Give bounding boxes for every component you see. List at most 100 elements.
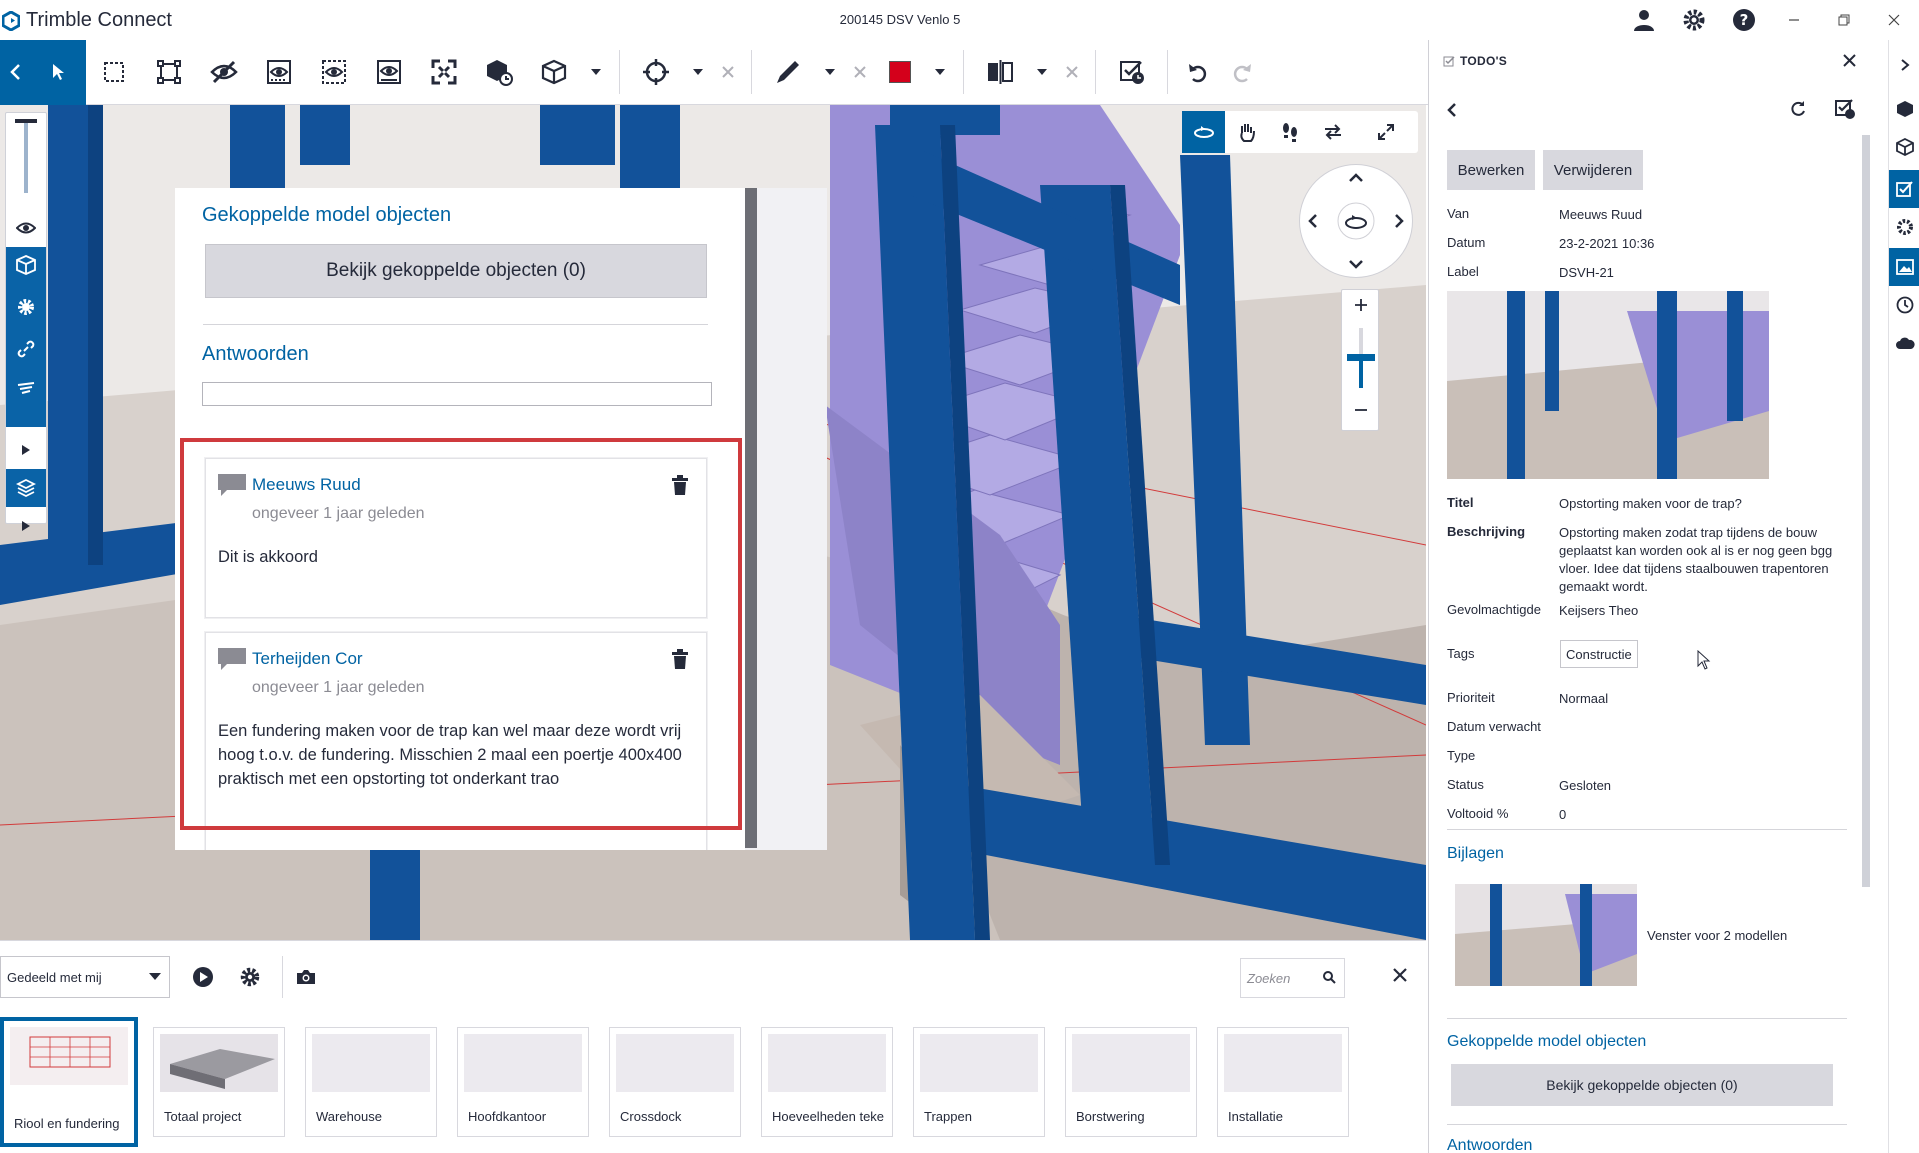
view-thumbnail[interactable]: Riool en fundering xyxy=(0,1017,138,1147)
visibility-button[interactable] xyxy=(6,209,46,247)
play-button[interactable] xyxy=(6,431,46,469)
tag-chip[interactable]: Constructie xyxy=(1560,640,1638,668)
view-linked-objects-button[interactable]: Bekijk gekoppelde objecten (0) xyxy=(205,244,707,298)
zoom-slider-handle[interactable] xyxy=(1347,354,1375,361)
chevron-left-icon xyxy=(1447,103,1456,117)
close-views-button[interactable] xyxy=(1393,968,1407,982)
view-thumbnail[interactable]: Installatie xyxy=(1217,1027,1349,1137)
comment-author[interactable]: Terheijden Cor xyxy=(252,649,363,669)
views-panel-button[interactable] xyxy=(1889,248,1919,286)
walk-button[interactable] xyxy=(1268,111,1311,153)
cube-button[interactable] xyxy=(526,40,581,105)
field-value: DSVH-21 xyxy=(1559,265,1614,280)
models-icon[interactable] xyxy=(16,255,36,275)
todo-check-icon xyxy=(1835,99,1855,119)
measure-clear-button[interactable] xyxy=(713,40,743,105)
isolate-button[interactable] xyxy=(251,40,306,105)
views-search-input[interactable]: Zoeken xyxy=(1240,958,1345,998)
view-thumbnail[interactable]: Trappen xyxy=(913,1027,1045,1137)
orbit-button[interactable] xyxy=(1182,111,1225,153)
close-icon xyxy=(1066,66,1078,78)
gear-icon[interactable] xyxy=(16,297,36,317)
view-thumbnail[interactable]: Warehouse xyxy=(305,1027,437,1137)
view-thumbnail[interactable]: Hoofdkantoor xyxy=(457,1027,589,1137)
answer-input[interactable] xyxy=(202,382,712,406)
help-icon[interactable]: ? xyxy=(1719,0,1769,40)
objects-panel-button[interactable] xyxy=(1889,128,1919,166)
attachment-name[interactable]: Venster voor 2 modellen xyxy=(1647,928,1787,943)
minimize-icon[interactable] xyxy=(1769,0,1819,40)
todo-add-button[interactable] xyxy=(1834,98,1856,120)
delete-button[interactable]: Verwijderen xyxy=(1543,150,1643,190)
markup-color-button[interactable] xyxy=(875,40,925,105)
todos-panel-button[interactable] xyxy=(1889,170,1919,208)
properties-panel-button[interactable] xyxy=(1889,208,1919,246)
layers-button[interactable] xyxy=(6,469,46,507)
navigation-wheel[interactable] xyxy=(1300,165,1412,277)
todo-add-button[interactable] xyxy=(1104,40,1159,105)
view-thumbnail[interactable]: Totaal project xyxy=(153,1027,285,1137)
pen-dropdown-button[interactable] xyxy=(815,40,845,105)
expand-panel-button[interactable] xyxy=(1889,46,1919,84)
show-button[interactable] xyxy=(306,40,361,105)
linked-objects-title: Gekoppelde model objecten xyxy=(1447,1033,1647,1050)
views-filter-select[interactable]: Gedeeld met mij xyxy=(0,956,170,998)
hide-button[interactable] xyxy=(196,40,251,105)
view-linked-objects-button[interactable]: Bekijk gekoppelde objecten (0) xyxy=(1451,1064,1833,1106)
toolbar-separator xyxy=(619,50,620,94)
cloud-panel-button[interactable] xyxy=(1889,324,1919,362)
views-settings-button[interactable] xyxy=(239,966,261,988)
collapse-left-button[interactable] xyxy=(0,39,30,105)
markup-pen-button[interactable] xyxy=(760,40,815,105)
restore-icon[interactable] xyxy=(1819,0,1869,40)
comment-author[interactable]: Meeuws Ruud xyxy=(252,475,361,495)
todo-snapshot-image[interactable] xyxy=(1447,291,1769,479)
box-select-button[interactable] xyxy=(86,40,141,105)
edit-button[interactable]: Bewerken xyxy=(1447,150,1535,190)
redo-button[interactable] xyxy=(1220,40,1264,105)
panel-scrollbar[interactable] xyxy=(745,188,757,848)
ghost-button[interactable] xyxy=(361,40,416,105)
refresh-button[interactable] xyxy=(1789,100,1807,118)
close-window-icon[interactable] xyxy=(1869,0,1919,40)
back-button[interactable] xyxy=(1447,102,1457,118)
fit-selection-button[interactable] xyxy=(141,40,196,105)
view-thumbnail[interactable]: Hoeveelheden teke xyxy=(761,1027,893,1137)
play-views-button[interactable] xyxy=(192,966,214,988)
show-icon xyxy=(321,60,346,84)
color-dropdown-button[interactable] xyxy=(925,40,955,105)
view-thumbnail[interactable]: Crossdock xyxy=(609,1027,741,1137)
play-button[interactable] xyxy=(6,507,46,545)
section-clear-button[interactable] xyxy=(1057,40,1087,105)
section-button[interactable] xyxy=(972,40,1027,105)
trash-icon[interactable] xyxy=(672,649,688,669)
object-button[interactable] xyxy=(471,40,526,105)
filter-icon[interactable] xyxy=(16,379,36,399)
settings-gear-icon[interactable] xyxy=(1669,0,1719,40)
link-icon[interactable] xyxy=(16,339,36,359)
pan-button[interactable] xyxy=(1225,111,1268,153)
capture-view-button[interactable] xyxy=(296,969,316,985)
pen-clear-button[interactable] xyxy=(845,40,875,105)
fit-all-button[interactable] xyxy=(416,40,471,105)
elevation-slider[interactable] xyxy=(6,113,46,203)
attachment-thumbnail[interactable] xyxy=(1455,884,1637,986)
view-thumbnail[interactable]: Borstwering xyxy=(1065,1027,1197,1137)
zoom-out-icon[interactable] xyxy=(1354,408,1368,412)
measure-point-button[interactable] xyxy=(628,40,683,105)
trash-icon[interactable] xyxy=(672,475,688,495)
cube-dropdown-button[interactable] xyxy=(581,40,611,105)
side-panel-scrollbar[interactable] xyxy=(1862,135,1870,887)
measure-dropdown-button[interactable] xyxy=(683,40,713,105)
fullscreen-button[interactable] xyxy=(1354,111,1418,153)
section-dropdown-button[interactable] xyxy=(1027,40,1057,105)
swap-button[interactable] xyxy=(1311,111,1354,153)
user-icon[interactable] xyxy=(1619,0,1669,40)
model-tools-group xyxy=(6,247,46,427)
zoom-in-icon[interactable] xyxy=(1354,298,1368,312)
history-panel-button[interactable] xyxy=(1889,286,1919,324)
models-panel-button[interactable] xyxy=(1889,90,1919,128)
undo-button[interactable] xyxy=(1176,40,1220,105)
select-tool-button[interactable] xyxy=(30,39,86,105)
close-panel-button[interactable] xyxy=(1843,54,1856,67)
